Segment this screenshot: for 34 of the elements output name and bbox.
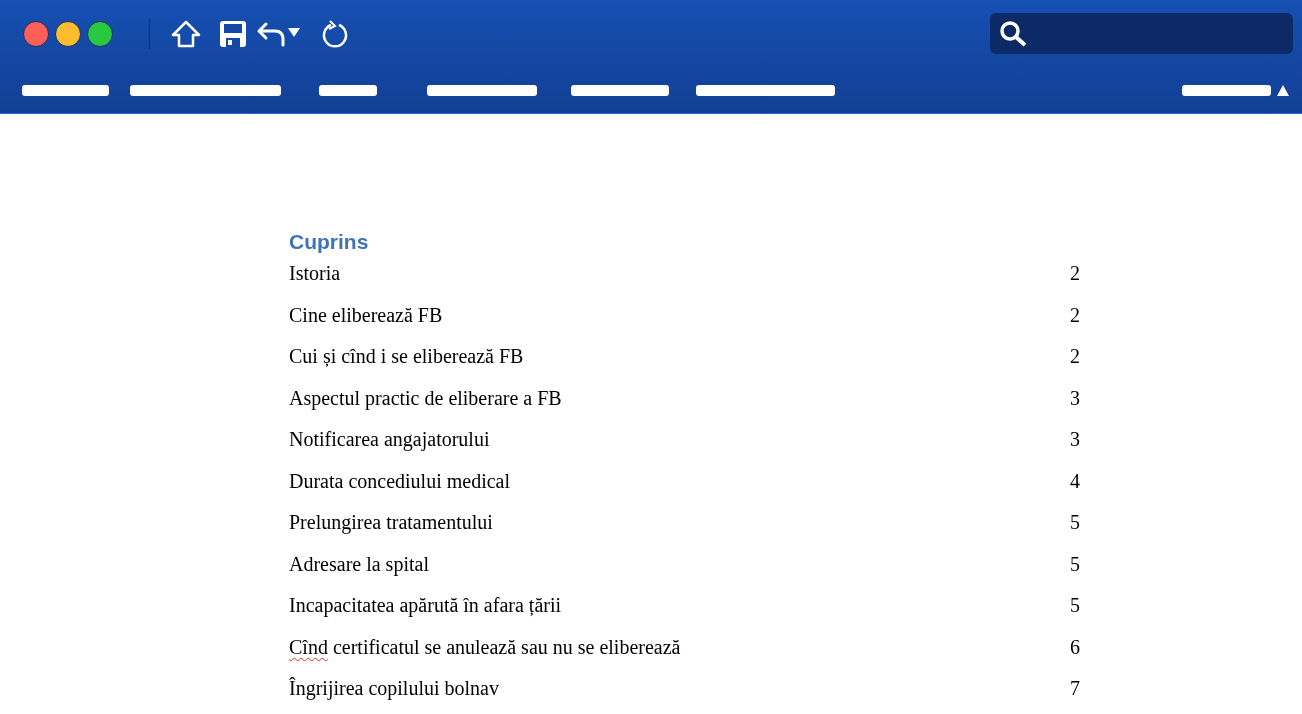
home-icon[interactable] <box>171 19 201 48</box>
toc-entry-title[interactable]: Adresare la spital <box>289 551 429 576</box>
toc-entry-title[interactable]: Incapacitatea apărută în afara țării <box>289 593 562 617</box>
toc-page-number: 2 <box>1070 344 1080 368</box>
toc-page-number: 6 <box>1070 634 1080 659</box>
toc-page-number: 4 <box>1070 468 1080 493</box>
toc-entry-title[interactable]: Cînd certificatul se anulează sau nu se eliberează <box>289 634 681 659</box>
toc-page-number: 5 <box>1070 510 1080 534</box>
search-icon <box>999 19 1029 48</box>
toc-entry-title[interactable]: Durata concediului medical <box>289 468 510 493</box>
toc-page-number: 2 <box>1070 302 1080 327</box>
toc-page-number: 7 <box>1070 676 1080 700</box>
toc-entry-title[interactable]: Prelungirea tratamentului <box>289 510 493 534</box>
menu-placeholder <box>319 84 377 96</box>
undo-icon[interactable] <box>255 20 301 47</box>
toc-entry-title[interactable]: Istoria <box>289 261 341 285</box>
search-field[interactable] <box>990 13 1293 55</box>
close-button[interactable] <box>23 20 49 47</box>
toc-entry-title[interactable]: Îngrijirea copilului bolnav <box>289 676 499 700</box>
toc-page-number: 3 <box>1070 385 1080 410</box>
toc-page-number: 3 <box>1070 427 1080 451</box>
collapse-triangle-icon[interactable] <box>1277 84 1289 96</box>
toc-page-number: 2 <box>1070 261 1080 285</box>
toc-page-number: 5 <box>1070 551 1080 576</box>
save-icon[interactable] <box>219 19 247 48</box>
zoom-button[interactable] <box>87 20 113 47</box>
toc-page-number: 5 <box>1070 593 1080 617</box>
minimize-button[interactable] <box>55 20 81 47</box>
refresh-icon[interactable] <box>321 19 349 48</box>
toc-entry-title[interactable]: Notificarea angajatorului <box>289 427 490 451</box>
toc-entry-title[interactable]: Aspectul practic de eliberare a FB <box>289 385 562 410</box>
toc-entry-title[interactable]: Cui și cînd i se eliberează FB <box>289 344 524 368</box>
toc-heading: Cuprins <box>289 230 369 254</box>
toc-entry-title[interactable]: Cine eliberează FB <box>289 302 443 327</box>
